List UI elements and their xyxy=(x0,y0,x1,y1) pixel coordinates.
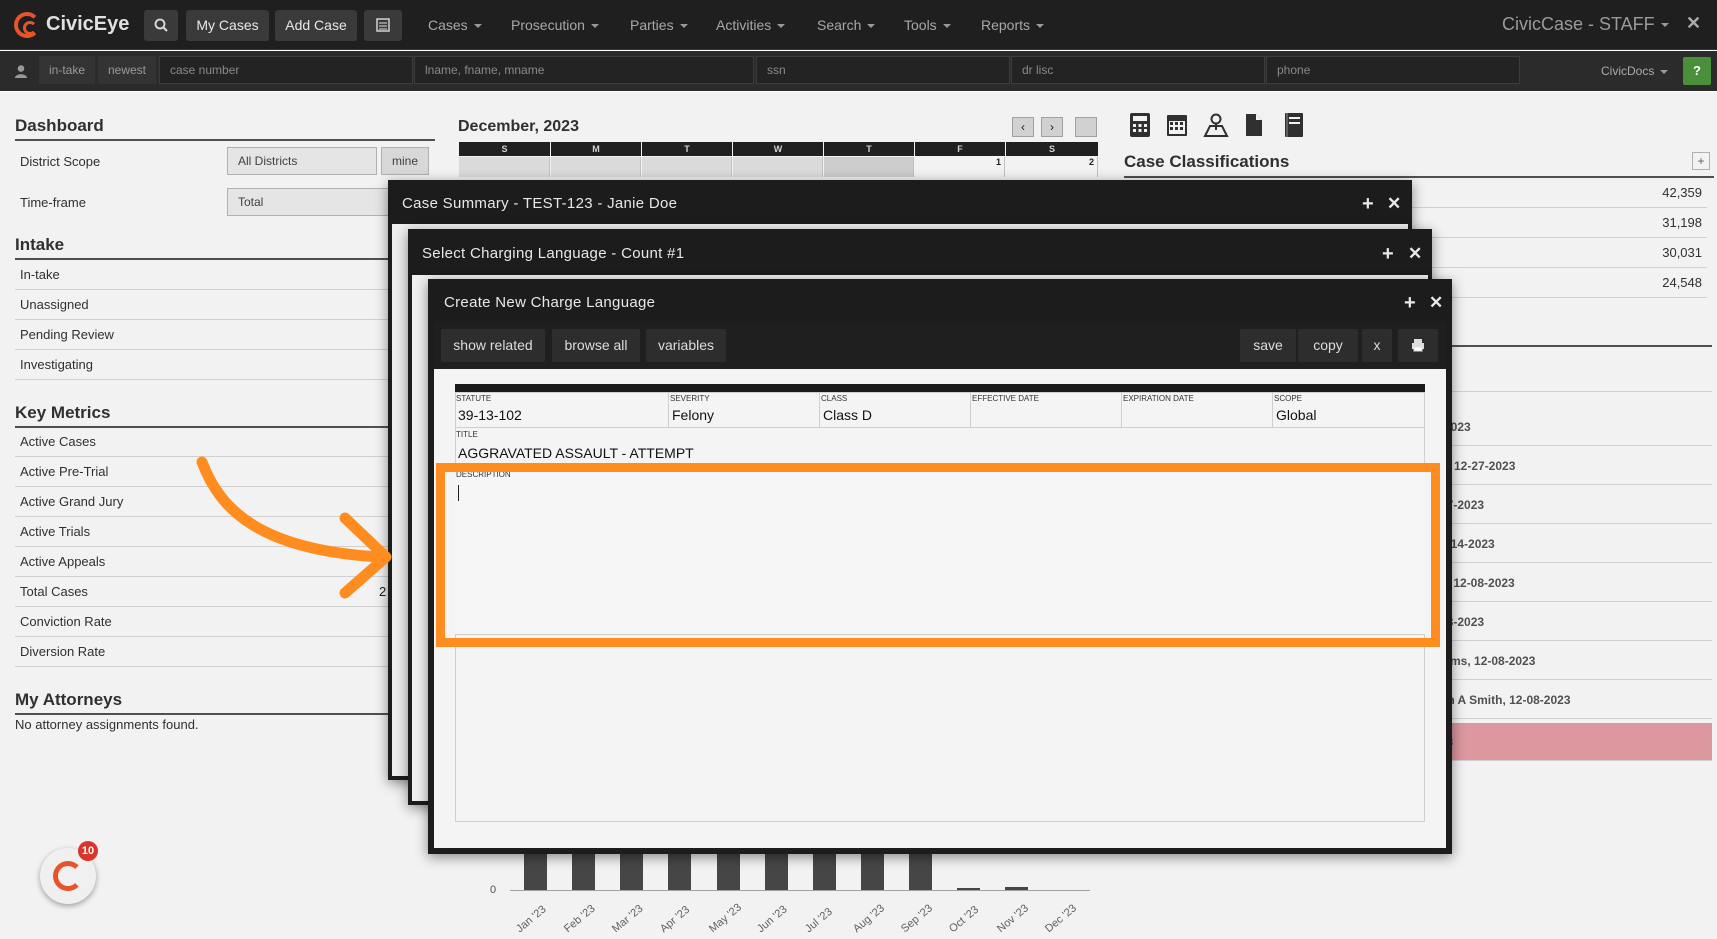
clear-button[interactable]: x xyxy=(1362,329,1392,362)
statute-value: 39-13-102 xyxy=(458,407,522,423)
account-menu[interactable]: CivicCase - STAFF xyxy=(1502,14,1669,35)
menu-search[interactable]: Search xyxy=(817,17,876,33)
scope-label: SCOPE xyxy=(1274,394,1303,403)
scope-field[interactable]: SCOPE Global xyxy=(1273,392,1425,428)
highlight-box xyxy=(436,463,1440,647)
help-button[interactable]: ? xyxy=(1683,57,1711,85)
newest-filter[interactable]: newest xyxy=(98,56,156,84)
title-label: TITLE xyxy=(456,430,478,439)
dr-lisc-input[interactable]: dr lisc xyxy=(1011,56,1265,84)
scope-value: Global xyxy=(1276,407,1317,423)
list-icon xyxy=(376,18,390,32)
case-summary-title: Case Summary - TEST-123 - Janie Doe xyxy=(402,195,678,212)
close-icon[interactable]: ✕ xyxy=(1408,233,1422,275)
brand-name[interactable]: CivicEye xyxy=(46,13,129,36)
form-top-rule xyxy=(455,384,1425,392)
save-button[interactable]: save xyxy=(1240,329,1296,362)
copy-button[interactable]: copy xyxy=(1298,329,1358,362)
charging-language-header: Select Charging Language - Count #1 xyxy=(412,233,1428,275)
ssn-input[interactable]: ssn xyxy=(756,56,1010,84)
class-field[interactable]: CLASS Class D xyxy=(820,392,971,428)
statute-field[interactable]: STATUTE 39-13-102 xyxy=(455,392,669,428)
browse-all-button[interactable]: browse all xyxy=(552,329,640,362)
close-icon[interactable]: ✕ xyxy=(1387,184,1401,224)
civiceye-logo-icon xyxy=(53,861,83,891)
expiration-date-field[interactable]: EXPIRATION DATE xyxy=(1122,392,1273,428)
search-button[interactable] xyxy=(144,10,178,41)
expiration-date-label: EXPIRATION DATE xyxy=(1123,394,1194,403)
title-value: AGGRAVATED ASSAULT - ATTEMPT xyxy=(458,445,694,461)
print-icon xyxy=(1412,339,1424,352)
menu-prosecution[interactable]: Prosecution xyxy=(511,17,599,33)
maximize-icon[interactable]: + xyxy=(1404,285,1416,321)
statute-label: STATUTE xyxy=(456,394,492,403)
notification-badge: 10 xyxy=(78,841,98,861)
maximize-icon[interactable]: + xyxy=(1362,184,1374,224)
user-icon xyxy=(15,65,27,78)
variables-button[interactable]: variables xyxy=(646,329,726,362)
severity-label: SEVERITY xyxy=(670,394,710,403)
print-button[interactable] xyxy=(1398,329,1438,362)
close-icon[interactable]: ✕ xyxy=(1686,13,1701,34)
menu-tools[interactable]: Tools xyxy=(904,17,951,33)
menu-cases[interactable]: Cases xyxy=(428,17,482,33)
close-icon[interactable]: ✕ xyxy=(1429,285,1443,321)
show-related-button[interactable]: show related xyxy=(441,329,545,362)
severity-value: Felony xyxy=(672,407,715,423)
title-field[interactable]: TITLE AGGRAVATED ASSAULT - ATTEMPT xyxy=(455,428,1425,465)
case-summary-header: Case Summary - TEST-123 - Janie Doe xyxy=(392,184,1408,224)
top-navbar: CivicEye My Cases Add Case Cases Prosecu… xyxy=(0,0,1717,50)
case-number-input[interactable]: case number xyxy=(159,56,413,84)
pointer-arrow-icon xyxy=(196,456,392,599)
menu-reports[interactable]: Reports xyxy=(981,17,1045,33)
maximize-icon[interactable]: + xyxy=(1382,233,1394,275)
civiceye-logo-icon[interactable] xyxy=(14,12,40,38)
civicdocs-menu[interactable]: CivicDocs xyxy=(1601,64,1669,78)
create-charge-title: Create New Charge Language xyxy=(444,294,656,311)
class-value: Class D xyxy=(823,407,873,423)
quick-search-bar: in-take newest case number lname, fname,… xyxy=(0,51,1717,91)
charging-language-title: Select Charging Language - Count #1 xyxy=(422,245,685,262)
menu-activities[interactable]: Activities xyxy=(716,17,786,33)
notes-textarea[interactable]: NOTES xyxy=(455,636,1425,822)
name-input[interactable]: lname, fname, mname xyxy=(414,56,754,84)
menu-parties[interactable]: Parties xyxy=(630,17,688,33)
search-icon xyxy=(154,18,168,32)
effective-date-label: EFFECTIVE DATE xyxy=(972,394,1039,403)
add-case-button[interactable]: Add Case xyxy=(275,10,357,41)
create-charge-header: Create New Charge Language xyxy=(434,285,1446,321)
effective-date-field[interactable]: EFFECTIVE DATE xyxy=(971,392,1122,428)
class-label: CLASS xyxy=(821,394,848,403)
calculator-button[interactable] xyxy=(364,10,402,41)
severity-field[interactable]: SEVERITY Felony xyxy=(669,392,820,428)
in-take-filter[interactable]: in-take xyxy=(39,56,95,84)
phone-input[interactable]: phone xyxy=(1266,56,1520,84)
my-cases-button[interactable]: My Cases xyxy=(186,10,269,41)
